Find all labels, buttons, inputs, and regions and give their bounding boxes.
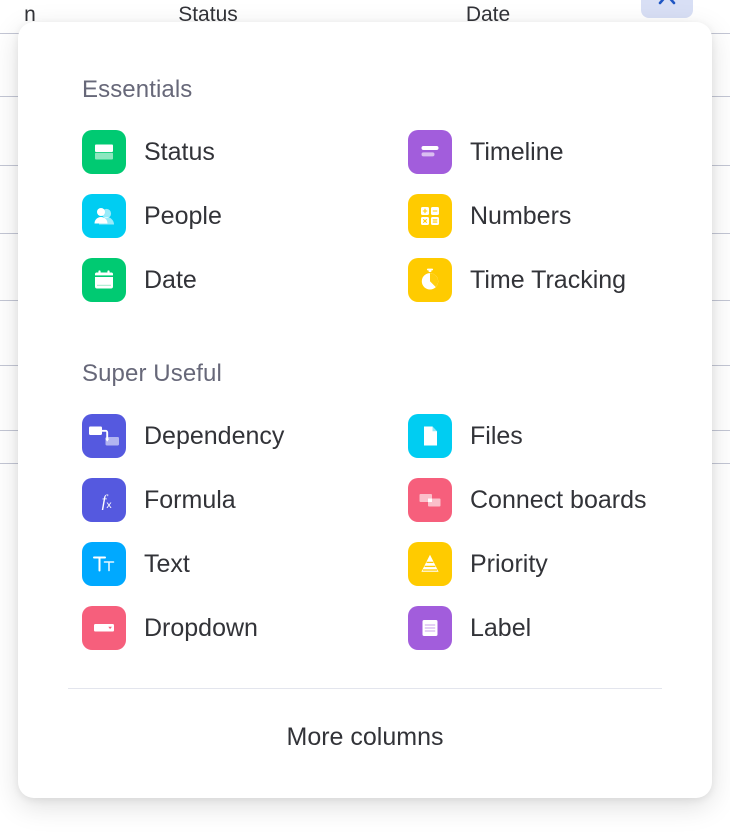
super-useful-options-grid: Dependency Files f x Formula Connect boa… <box>82 414 712 650</box>
column-option-label: Files <box>470 421 523 450</box>
section-title-essentials: Essentials <box>82 76 193 103</box>
section-super-useful: Super Useful Dependency Files f x Formul… <box>18 360 712 650</box>
date-icon <box>82 258 126 302</box>
dropdown-icon <box>82 606 126 650</box>
people-icon <box>82 194 126 238</box>
priority-icon <box>408 542 452 586</box>
column-option-dropdown[interactable]: Dropdown <box>82 606 408 650</box>
column-option-label: Label <box>470 613 532 642</box>
connect-boards-icon <box>408 478 452 522</box>
column-option-label[interactable]: Label <box>408 606 712 650</box>
column-option-text[interactable]: Text <box>82 542 408 586</box>
column-option-label: Dependency <box>144 421 285 450</box>
column-option-label: Date <box>144 265 197 294</box>
essentials-options-grid: Status Timeline People Numbers Date Time… <box>82 130 712 302</box>
column-option-status[interactable]: Status <box>82 130 408 174</box>
column-option-date[interactable]: Date <box>82 258 408 302</box>
more-columns-button[interactable]: More columns <box>287 723 444 752</box>
column-option-timeline[interactable]: Timeline <box>408 130 712 174</box>
column-option-label: Status <box>144 137 215 166</box>
column-picker-panel: Essentials Status Timeline People Number… <box>18 22 712 798</box>
svg-text:x: x <box>106 499 112 511</box>
column-option-label: Priority <box>470 549 548 578</box>
column-option-label: Connect boards <box>470 485 647 514</box>
label-icon <box>408 606 452 650</box>
timeline-icon <box>408 130 452 174</box>
column-option-formula[interactable]: f x Formula <box>82 478 408 522</box>
time-tracking-icon <box>408 258 452 302</box>
dependency-icon <box>82 414 126 458</box>
column-option-files[interactable]: Files <box>408 414 712 458</box>
panel-footer: More columns <box>18 689 712 785</box>
column-option-priority[interactable]: Priority <box>408 542 712 586</box>
column-option-time-tracking[interactable]: Time Tracking <box>408 258 712 302</box>
status-icon <box>82 130 126 174</box>
column-option-label: Dropdown <box>144 613 258 642</box>
section-essentials: Essentials Status Timeline People Number… <box>18 76 712 302</box>
formula-icon: f x <box>82 478 126 522</box>
close-panel-button[interactable] <box>641 0 693 18</box>
column-option-connect-boards[interactable]: Connect boards <box>408 478 712 522</box>
column-option-label: Text <box>144 549 190 578</box>
numbers-icon <box>408 194 452 238</box>
section-title-super-useful: Super Useful <box>82 360 222 387</box>
close-icon <box>654 0 680 12</box>
column-option-dependency[interactable]: Dependency <box>82 414 408 458</box>
column-option-label: Formula <box>144 485 236 514</box>
column-option-numbers[interactable]: Numbers <box>408 194 712 238</box>
column-option-label: Time Tracking <box>470 265 627 294</box>
text-icon <box>82 542 126 586</box>
column-option-label: Numbers <box>470 201 572 230</box>
files-icon <box>408 414 452 458</box>
column-option-label: Timeline <box>470 137 564 166</box>
column-option-label: People <box>144 201 222 230</box>
column-option-people[interactable]: People <box>82 194 408 238</box>
